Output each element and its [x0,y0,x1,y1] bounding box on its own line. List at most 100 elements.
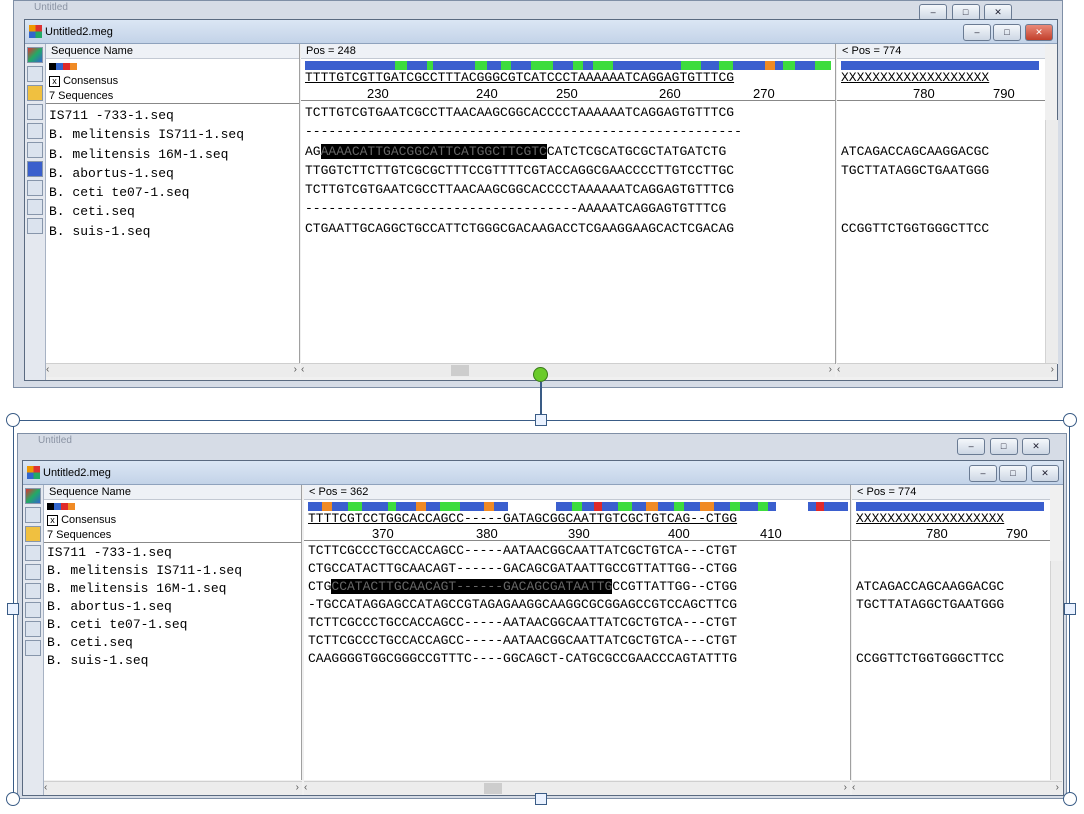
color-tool-icon[interactable] [25,488,41,504]
sequence-name-row[interactable]: B. melitensis 16M-1.seq [47,580,301,598]
sequence-row[interactable]: TCTTCGCCCTGCCACCAGCC-----AATAACGGCAATTAT… [308,632,850,650]
maximize-button[interactable]: □ [999,465,1027,482]
right-sequence-row[interactable] [856,542,1050,560]
dna-tool-icon[interactable] [27,66,43,82]
right-sequence-row[interactable]: ATCAGACCAGCAAGGACGC [856,578,1050,596]
sequence-row[interactable]: CTGCCATACTTGCAACAGT------GACAGCGATAATTGC… [308,560,850,578]
right-sequence-row[interactable]: CCGGTTCTGGTGGGCTTCC [856,650,1050,668]
sites-tool-icon[interactable] [27,142,43,158]
singleton-tool-icon[interactable] [27,199,43,215]
ruler-tick: 240 [476,86,498,101]
align-tool-icon[interactable] [27,104,43,120]
variable-tool-icon[interactable] [25,602,41,618]
resize-handle-top-right[interactable] [1063,413,1077,427]
sequence-name-row[interactable]: B. melitensis 16M-1.seq [49,145,299,164]
consensus-label: Consensus [63,75,119,87]
position-indicator: Pos = 248 [301,44,835,59]
right-alignment-panel: < Pos = 774 XXXXXXXXXXXXXXXXXXX 780 790 … [837,44,1045,364]
parsimony-tool-icon[interactable] [27,180,43,196]
sequence-name-row[interactable]: B. ceti te07-1.seq [47,616,301,634]
right-sequence-row[interactable] [856,560,1050,578]
vertical-scrollbar[interactable] [1050,561,1063,780]
sequence-name-row[interactable]: B. melitensis IS711-1.seq [47,562,301,580]
sequence-name-row[interactable]: B. ceti te07-1.seq [49,183,299,202]
resize-handle-bottom-left[interactable] [6,792,20,806]
sequence-row[interactable]: TCTTCGCCCTGCCACCAGCC-----AATAACGGCAATTAT… [308,614,850,632]
resize-handle-left[interactable] [7,603,19,615]
selected-region[interactable]: CCATACTTGCAACAGT------GACAGCGATAATTG [331,579,613,594]
sequence-row[interactable]: TTGGTCTTCTTGTCGCGCTTTCCGTTTTCGTACCAGGCGA… [305,161,835,180]
sequence-row[interactable]: CAAGGGGTGGCGGGCCGTTTC----GGCAGCT-CATGCGC… [308,650,850,668]
sequence-name-header[interactable]: Sequence Name [46,44,299,59]
name-scrollbar[interactable]: ‹ › [46,363,300,377]
sites-tool-icon[interactable] [25,583,41,599]
rotate-handle[interactable] [533,367,548,382]
dna-tool-icon[interactable] [25,507,41,523]
sequence-name-row[interactable]: IS711 -733-1.seq [49,106,299,125]
sequence-row[interactable]: -----------------------------------AAAAA… [305,199,835,218]
consensus-checkbox[interactable]: x [49,76,60,87]
sequence-name-row[interactable]: B. ceti.seq [49,202,299,221]
right-sequence-row[interactable] [856,632,1050,650]
resize-handle-bottom[interactable] [535,793,547,805]
sequence-row[interactable]: TCTTGTCGTGAATCGCCTTAACAAGCGGCACCCCTAAAAA… [305,180,835,199]
ruler-tick: 260 [659,86,681,101]
close-button[interactable]: ✕ [1025,24,1053,41]
grid-tool-icon[interactable] [25,640,41,656]
align-tool-icon[interactable] [25,545,41,561]
sequence-name-row[interactable]: B. abortus-1.seq [47,598,301,616]
right-scrollbar[interactable]: ‹ › [852,781,1062,795]
highlight-tool-icon[interactable] [27,123,43,139]
outer-min-button[interactable]: – [957,438,986,455]
sequence-row[interactable]: TCTTCGCCCTGCCACCAGCC-----AATAACGGCAATTAT… [308,542,850,560]
outer-close-button[interactable]: ✕ [1022,438,1050,455]
alignment-scrollbar[interactable]: ‹ › [301,363,835,377]
sequence-row[interactable]: ----------------------------------------… [305,122,835,141]
ruler-tick: 250 [556,86,578,101]
right-sequence-row[interactable]: CCGGTTCTGGTGGGCTTCC [841,219,1045,238]
sequence-name-row[interactable]: B. abortus-1.seq [49,164,299,183]
right-sequence-row[interactable] [841,122,1045,141]
minimize-button[interactable]: – [969,465,997,482]
right-sequence-row[interactable] [841,103,1045,122]
top-outer-window: Untitled – □ ✕ Untitled2.meg – □ ✕ Seque… [13,0,1063,388]
resize-handle-bottom-right[interactable] [1063,792,1077,806]
resize-handle-top-left[interactable] [6,413,20,427]
outer-max-button[interactable]: □ [989,438,1018,455]
vertical-scrollbar[interactable] [1045,120,1058,364]
alignment-scrollbar[interactable]: ‹ › [304,781,850,795]
translate-tool-icon[interactable] [25,526,41,542]
right-sequence-row[interactable] [841,180,1045,199]
close-button[interactable]: ✕ [1031,465,1059,482]
right-scrollbar[interactable]: ‹ › [837,363,1057,377]
sequence-row[interactable]: AGAAAACATTGACGGCATTCATGGCTTCGTCCATCTCGCA… [305,142,835,161]
name-scrollbar[interactable]: ‹ › [44,781,302,795]
sequence-name-row[interactable]: B. suis-1.seq [49,222,299,241]
maximize-button[interactable]: □ [993,24,1021,41]
grid-tool-icon[interactable] [27,218,43,234]
consensus-checkbox[interactable]: x [47,515,58,526]
sequence-row[interactable]: TCTTGTCGTGAATCGCCTTAACAAGCGGCACCCCTAAAAA… [305,103,835,122]
sequence-row[interactable]: CTGAATTGCAGGCTGCCATTCTGGGCGACAAGACCTCGAA… [305,219,835,238]
sequence-name-header[interactable]: Sequence Name [44,485,301,500]
right-sequence-row[interactable]: TGCTTATAGGCTGAATGGG [841,161,1045,180]
selected-region[interactable]: AAAACATTGACGGCATTCATGGCTTCGTC [320,143,547,159]
sequence-name-row[interactable]: B. melitensis IS711-1.seq [49,125,299,144]
parsimony-tool-icon[interactable] [25,621,41,637]
sequence-name-row[interactable]: IS711 -733-1.seq [47,544,301,562]
right-sequence-row[interactable]: ATCAGACCAGCAAGGACGC [841,142,1045,161]
resize-handle-top[interactable] [535,414,547,426]
translate-tool-icon[interactable] [27,85,43,101]
right-sequence-row[interactable]: TGCTTATAGGCTGAATGGG [856,596,1050,614]
resize-handle-right[interactable] [1064,603,1076,615]
color-tool-icon[interactable] [27,47,43,63]
right-sequence-row[interactable] [841,199,1045,218]
right-sequence-row[interactable] [856,614,1050,632]
sequence-row[interactable]: -TGCCATAGGAGCCATAGCCGTAGAGAAGGCAAGGCGCGG… [308,596,850,614]
highlight-tool-icon[interactable] [25,564,41,580]
variable-tool-icon[interactable] [27,161,43,177]
minimize-button[interactable]: – [963,24,991,41]
sequence-name-row[interactable]: B. ceti.seq [47,634,301,652]
sequence-name-row[interactable]: B. suis-1.seq [47,652,301,670]
sequence-row[interactable]: CTGCCATACTTGCAACAGT------GACAGCGATAATTGC… [308,578,850,596]
